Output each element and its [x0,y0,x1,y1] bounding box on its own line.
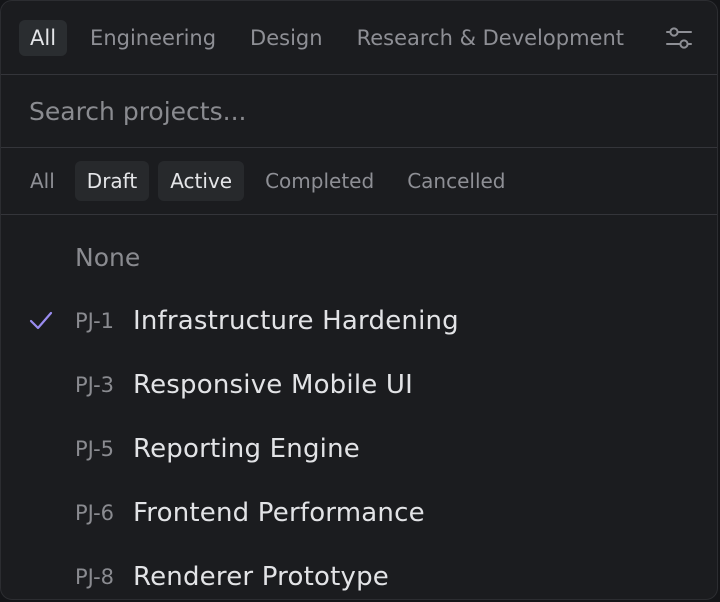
project-id: PJ-1 [75,309,115,333]
option-none[interactable]: None [1,225,717,289]
status-active[interactable]: Active [158,161,245,201]
sliders-icon [666,27,692,49]
list-item[interactable]: PJ-1 Infrastructure Hardening [1,289,717,353]
project-id: PJ-6 [75,501,115,525]
project-id: PJ-3 [75,373,115,397]
project-id: PJ-8 [75,565,115,589]
list-item[interactable]: PJ-8 Renderer Prototype [1,545,717,599]
project-name: Responsive Mobile UI [133,370,413,400]
filter-button[interactable] [665,25,693,51]
list-item[interactable]: PJ-3 Responsive Mobile UI [1,353,717,417]
list-item[interactable]: PJ-6 Frontend Performance [1,481,717,545]
project-list: None PJ-1 Infrastructure Hardening PJ-3 … [1,215,717,599]
search-bar [1,75,717,148]
tab-design[interactable]: Design [239,20,334,56]
status-all[interactable]: All [19,161,67,201]
project-name: Renderer Prototype [133,562,389,592]
tab-engineering[interactable]: Engineering [79,20,227,56]
list-item[interactable]: PJ-5 Reporting Engine [1,417,717,481]
tab-research-development[interactable]: Research & Development [346,20,635,56]
project-name: Reporting Engine [133,434,360,464]
search-input[interactable] [27,95,691,127]
team-tabs: All Engineering Design Research & Develo… [1,1,717,75]
status-cancelled[interactable]: Cancelled [395,161,517,201]
project-picker-panel: All Engineering Design Research & Develo… [0,0,718,600]
status-draft[interactable]: Draft [74,161,150,201]
status-filter: All Draft Active Completed Cancelled [1,148,717,215]
project-id: PJ-5 [75,437,115,461]
checkmark-icon [29,311,53,330]
project-name: Infrastructure Hardening [133,306,459,336]
project-name: Frontend Performance [133,498,425,528]
tab-all[interactable]: All [19,19,68,56]
status-completed[interactable]: Completed [253,161,386,201]
option-none-label: None [75,242,141,272]
